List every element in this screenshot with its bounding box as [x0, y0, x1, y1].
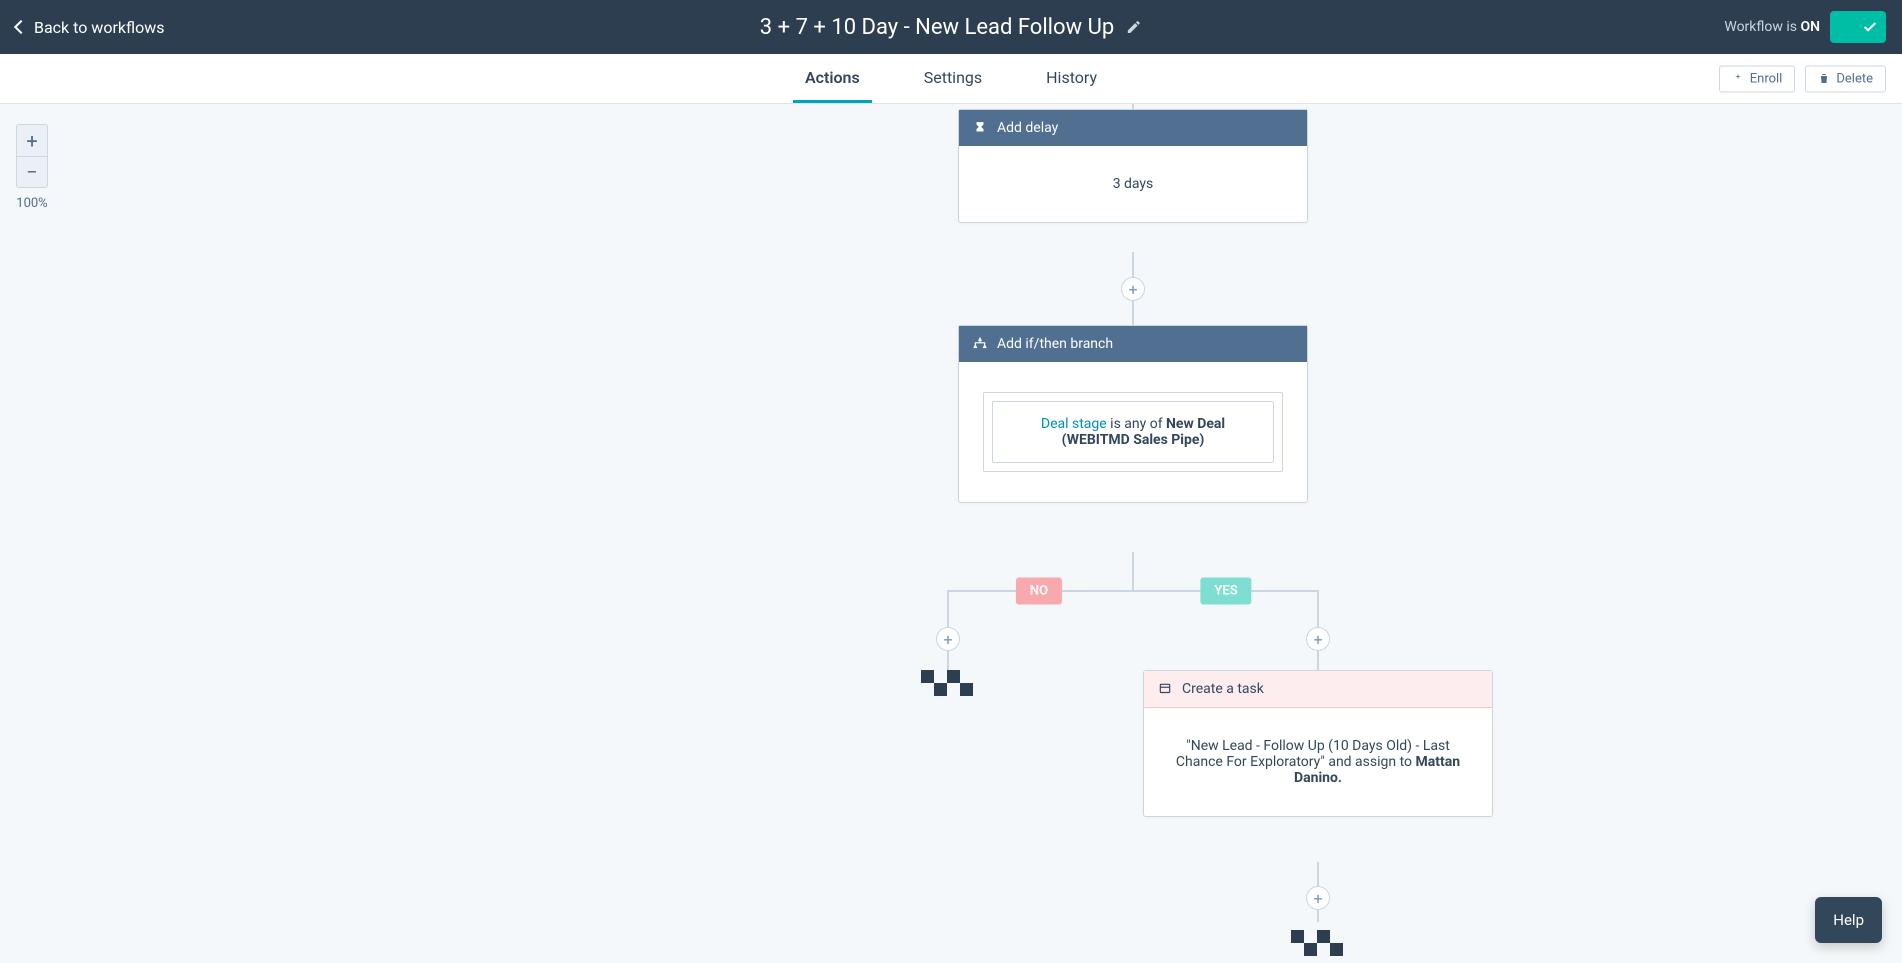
- delay-action-card[interactable]: Add delay 3 days: [958, 109, 1308, 223]
- delay-header-label: Add delay: [997, 120, 1058, 136]
- branch-label-yes: YES: [1200, 578, 1251, 605]
- task-action-card[interactable]: Create a task "New Lead - Follow Up (10 …: [1143, 670, 1493, 817]
- workflow-title: 3 + 7 + 10 Day - New Lead Follow Up: [760, 15, 1114, 40]
- back-to-workflows-link[interactable]: Back to workflows: [16, 18, 164, 37]
- chevron-left-icon: [14, 20, 28, 34]
- check-icon: [1862, 19, 1878, 35]
- delete-button[interactable]: Delete: [1805, 65, 1886, 92]
- add-action-button[interactable]: +: [1121, 277, 1145, 301]
- add-action-button-no[interactable]: +: [936, 627, 960, 651]
- tab-actions[interactable]: Actions: [793, 54, 872, 103]
- end-marker-no: [921, 670, 975, 696]
- workflow-status-label: Workflow is ON: [1724, 19, 1820, 35]
- branch-condition: Deal stage is any of New Deal (WEBITMD S…: [992, 401, 1274, 463]
- trash-icon: [1818, 73, 1830, 85]
- enroll-icon: [1732, 73, 1744, 85]
- connector-line: [1132, 552, 1134, 590]
- help-button[interactable]: Help: [1815, 897, 1882, 943]
- end-marker-yes: [1291, 930, 1345, 956]
- delay-duration: 3 days: [1113, 176, 1154, 192]
- branch-action-card[interactable]: Add if/then branch Deal stage is any of …: [958, 325, 1308, 503]
- connector-line: [947, 590, 1319, 592]
- hourglass-icon: [973, 121, 987, 135]
- task-icon: [1158, 682, 1172, 696]
- tab-history[interactable]: History: [1034, 54, 1109, 103]
- workflow-on-toggle[interactable]: [1830, 11, 1886, 43]
- condition-property: Deal stage: [1041, 416, 1107, 432]
- edit-title-icon[interactable]: [1126, 19, 1142, 35]
- add-action-button-yes[interactable]: +: [1306, 627, 1330, 651]
- branch-label-no: NO: [1016, 578, 1062, 605]
- branch-icon: [973, 337, 987, 351]
- branch-header-label: Add if/then branch: [997, 336, 1113, 352]
- add-action-button-after-task[interactable]: +: [1306, 886, 1330, 910]
- back-label: Back to workflows: [34, 18, 164, 37]
- enroll-button[interactable]: Enroll: [1719, 65, 1796, 92]
- task-body: "New Lead - Follow Up (10 Days Old) - La…: [1144, 708, 1492, 816]
- tab-settings[interactable]: Settings: [912, 54, 994, 103]
- task-header-label: Create a task: [1182, 681, 1264, 697]
